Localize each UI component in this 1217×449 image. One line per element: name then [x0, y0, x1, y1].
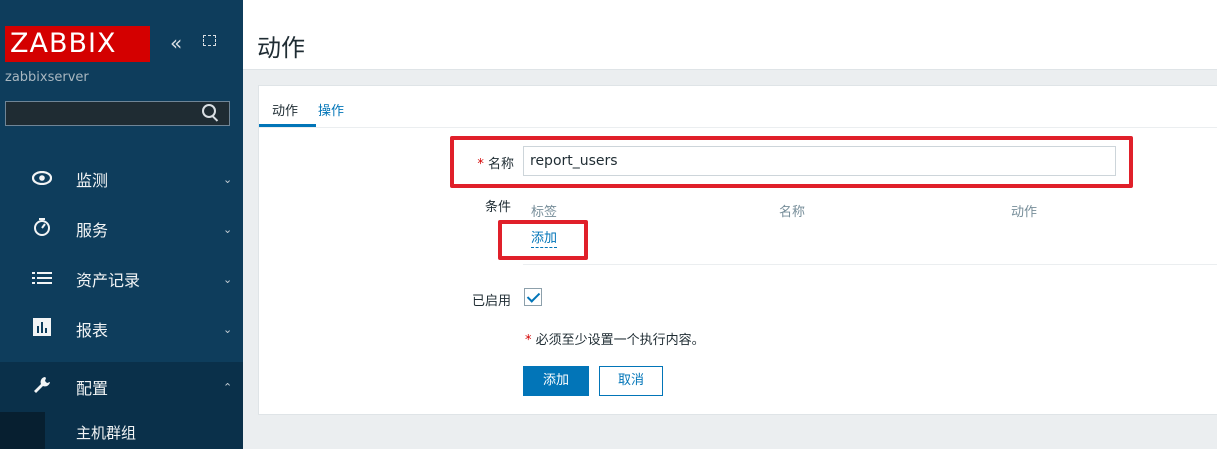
bar-chart-icon: [31, 317, 53, 341]
menu-item-services[interactable]: 服务 ⌄: [0, 204, 243, 254]
menu-label: 资产记录: [76, 271, 141, 290]
conditions-col-name: 名称: [779, 205, 806, 220]
wrench-icon: [31, 375, 53, 400]
collapse-sidebar-icon[interactable]: «: [170, 31, 182, 55]
action-form-panel: 动作 操作 * 名称 report_users 条件 标签 名称 动作 添加 已…: [258, 85, 1217, 415]
menu-label: 服务: [76, 221, 109, 240]
add-button[interactable]: 添加: [523, 366, 589, 396]
tab-bar: 动作 操作: [259, 86, 1217, 128]
conditions-label: 条件: [484, 200, 511, 215]
menu-item-configuration[interactable]: 配置 ⌃: [0, 362, 243, 412]
kiosk-mode-icon[interactable]: [203, 35, 216, 46]
clock-icon: [31, 217, 53, 242]
conditions-col-label: 标签: [531, 205, 558, 220]
submenu-label: 主机群组: [76, 424, 137, 442]
chevron-down-icon: ⌄: [223, 222, 233, 236]
divider: [523, 264, 1217, 265]
menu-item-reports[interactable]: 报表 ⌄: [0, 304, 243, 354]
chevron-down-icon: ⌄: [223, 172, 233, 186]
annotation-box-name: [450, 136, 1133, 188]
search-icon[interactable]: [202, 104, 216, 118]
chevron-down-icon: ⌄: [223, 322, 233, 336]
sidebar: ZABBIX « zabbixserver 监测 ⌄ 服务 ⌄ 资产记录 ⌄ 报…: [0, 0, 243, 449]
enabled-checkbox[interactable]: [524, 288, 542, 306]
page-header: 动作: [243, 0, 1217, 70]
required-operation-note: * 必须至少设置一个执行内容。: [525, 333, 705, 348]
search-input[interactable]: [5, 101, 230, 126]
menu-item-monitoring[interactable]: 监测 ⌄: [0, 154, 243, 204]
eye-icon: [31, 169, 53, 190]
conditions-col-action: 动作: [1011, 205, 1038, 220]
submenu-item-host-groups[interactable]: 主机群组: [0, 412, 243, 449]
server-name: zabbixserver: [5, 70, 89, 85]
enabled-label: 已启用: [471, 294, 511, 309]
chevron-down-icon: ⌄: [223, 272, 233, 286]
menu-label: 报表: [76, 321, 109, 340]
tab-action[interactable]: 动作: [272, 100, 298, 119]
menu-label: 监测: [76, 171, 109, 190]
tab-operations[interactable]: 操作: [318, 100, 344, 119]
submenu-indent: [0, 412, 45, 449]
cancel-button[interactable]: 取消: [599, 366, 663, 396]
chevron-up-icon: ⌃: [223, 380, 233, 394]
page-title: 动作: [257, 34, 305, 62]
annotation-box-add-link: [498, 220, 588, 260]
menu-item-inventory[interactable]: 资产记录 ⌄: [0, 254, 243, 304]
active-tab-indicator: [259, 124, 316, 127]
zabbix-logo[interactable]: ZABBIX: [5, 26, 150, 62]
list-icon: [31, 269, 53, 290]
menu-label: 配置: [76, 379, 109, 398]
